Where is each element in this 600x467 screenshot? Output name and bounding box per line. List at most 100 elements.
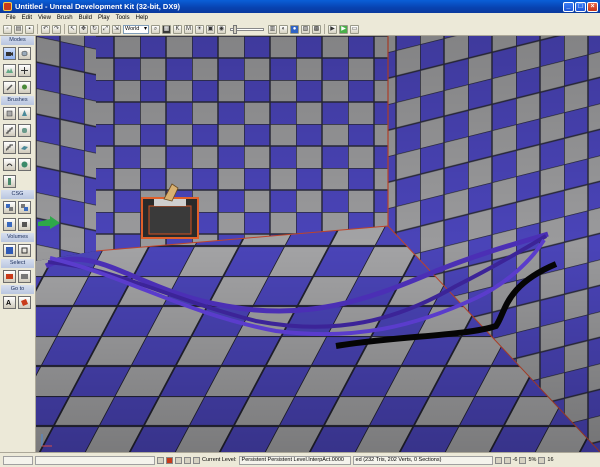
menu-bar: File Edit View Brush Build Play Tools He… (0, 13, 600, 23)
goto-actor-button[interactable]: A (3, 296, 16, 309)
geometry-mode-button[interactable] (18, 47, 31, 60)
csg-add-button[interactable] (3, 201, 16, 214)
folder-icon[interactable] (184, 456, 191, 464)
build-all-icon[interactable]: ▩ (312, 24, 321, 34)
lighting-icon[interactable]: ☀ (195, 24, 204, 34)
goto-label: Go to (1, 285, 34, 294)
select-icon[interactable]: ↖ (68, 24, 77, 34)
snap-icon[interactable] (494, 456, 502, 464)
new-icon[interactable]: ▫ (3, 24, 12, 34)
hide-selected-button[interactable] (18, 270, 31, 283)
record-icon[interactable] (166, 456, 173, 464)
cube-icon (21, 50, 28, 57)
maximize-button[interactable]: □ (575, 1, 586, 12)
undo-icon[interactable]: ↶ (41, 24, 50, 34)
texture-alignment-icon (21, 67, 28, 74)
translate-icon[interactable]: ✥ (79, 24, 88, 34)
non-uniform-scale-icon[interactable]: ⇲ (112, 24, 121, 34)
csg-subtract-icon (21, 204, 28, 211)
spiral-stair-icon (6, 163, 13, 167)
open-icon[interactable]: ▤ (14, 24, 23, 34)
play-in-viewport-icon[interactable]: ▶ (328, 24, 337, 34)
viewport-scene[interactable] (36, 36, 600, 452)
scale-icon[interactable]: ⤢ (101, 24, 110, 34)
curved-stair-brush-button[interactable] (3, 124, 16, 137)
menu-edit[interactable]: Edit (19, 15, 35, 21)
perspective-viewport[interactable] (36, 36, 600, 452)
snap-value: -6 (512, 457, 518, 463)
spiral-stair-brush-button[interactable] (3, 158, 16, 171)
texture-mode-button[interactable] (18, 64, 31, 77)
add-volume-button[interactable] (3, 244, 16, 257)
linear-stair-brush-button[interactable] (3, 141, 16, 154)
menu-view[interactable]: View (35, 15, 54, 21)
select-label: Select (1, 259, 34, 268)
drag-grid-icon[interactable] (157, 456, 164, 464)
menu-help[interactable]: Help (133, 15, 151, 21)
redo-icon[interactable]: ↷ (52, 24, 61, 34)
rotation-snap-icon[interactable] (519, 456, 527, 464)
paint-brush-icon (6, 84, 13, 91)
build-paths-icon[interactable]: ● (290, 24, 299, 34)
play-on-console-icon[interactable]: ▭ (350, 24, 359, 34)
goto-builder-brush-icon (21, 299, 28, 306)
menu-brush[interactable]: Brush (54, 15, 76, 21)
menu-tools[interactable]: Tools (113, 15, 133, 21)
scale-percent: 5% (528, 457, 537, 463)
slider-thumb[interactable] (233, 24, 237, 34)
matinee-icon[interactable]: M (184, 24, 193, 34)
camera-speed-slider[interactable] (230, 24, 264, 34)
lock-icon[interactable] (175, 456, 182, 464)
foliage-mode-button[interactable] (18, 81, 31, 94)
coordinate-system-select[interactable]: World (123, 24, 149, 34)
kismet-icon[interactable]: K (173, 24, 182, 34)
grid-snap-icon[interactable] (503, 456, 511, 464)
csg-subtract-button[interactable] (18, 201, 31, 214)
volumetric-icon (8, 178, 11, 185)
toolbar-separator (37, 24, 38, 34)
sheet-brush-button[interactable] (18, 141, 31, 154)
cylinder-brush-icon (22, 128, 27, 133)
hide-selected-icon (21, 274, 28, 279)
app-icon (3, 2, 12, 11)
save-icon[interactable]: ▪ (25, 24, 34, 34)
autosave-icon[interactable] (538, 456, 546, 464)
svg-text:A: A (6, 300, 11, 306)
menu-build[interactable]: Build (76, 15, 95, 21)
show-selected-button[interactable] (3, 270, 16, 283)
csg-deintersect-icon (22, 222, 27, 227)
csg-add-icon (6, 204, 13, 211)
mesh-paint-mode-button[interactable] (3, 81, 16, 94)
build-cover-icon[interactable]: ▧ (301, 24, 310, 34)
play-on-pc-icon[interactable]: ▶ (339, 24, 348, 34)
menu-file[interactable]: File (3, 15, 19, 21)
level-icon[interactable] (193, 456, 200, 464)
camera-mode-button[interactable] (3, 47, 16, 60)
cube-brush-button[interactable] (3, 107, 16, 120)
search-icon[interactable]: ⌕ (151, 24, 160, 34)
build-lighting-icon[interactable]: ◐ (279, 24, 288, 34)
cone-brush-button[interactable] (18, 107, 31, 120)
sphere-brush-button[interactable] (18, 158, 31, 171)
menu-play[interactable]: Play (95, 15, 113, 21)
linear-stair-icon (6, 144, 13, 151)
minimize-button[interactable]: _ (563, 1, 574, 12)
csg-intersect-button[interactable] (3, 218, 16, 231)
terrain-mode-button[interactable] (3, 64, 16, 77)
volume-options-button[interactable] (18, 244, 31, 257)
goto-builder-brush-button[interactable] (18, 296, 31, 309)
build-geometry-icon[interactable]: ▥ (268, 24, 277, 34)
close-button[interactable]: × (587, 1, 598, 12)
csg-label: CSG (1, 190, 34, 199)
group-icon[interactable]: ▣ (206, 24, 215, 34)
sheet-brush-icon (21, 146, 28, 150)
camera-icon[interactable]: ◉ (217, 24, 226, 34)
content-browser-icon[interactable]: ▦ (162, 24, 171, 34)
modes-panel: Modes Brushes CSG Volumes Select Go to A (0, 36, 36, 452)
csg-deintersect-button[interactable] (18, 218, 31, 231)
volumetric-brush-button[interactable] (3, 175, 16, 188)
rotate-icon[interactable]: ↻ (90, 24, 99, 34)
current-level-value[interactable]: Persistent Persistent Level.InterpAct.00… (238, 455, 351, 465)
cylinder-brush-button[interactable] (18, 124, 31, 137)
curved-stair-icon (6, 127, 13, 134)
